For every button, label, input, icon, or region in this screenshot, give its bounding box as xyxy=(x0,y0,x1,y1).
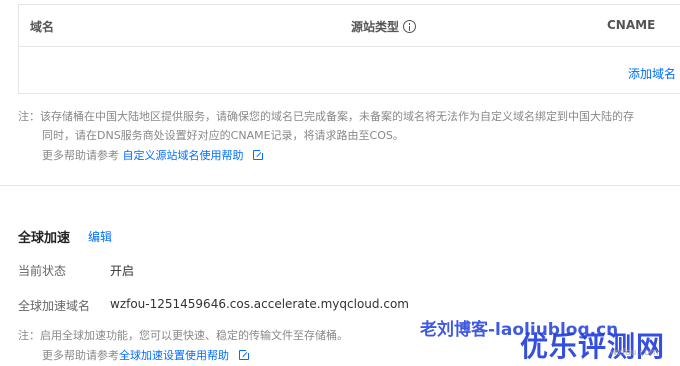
status-value: 开启 xyxy=(110,264,135,278)
acceleration-domain-value: wzfou-1251459646.cos.accelerate.myqcloud… xyxy=(110,297,409,311)
external-link-icon[interactable] xyxy=(238,348,251,360)
help-prefix: 更多帮助请参考 xyxy=(42,349,119,362)
acceleration-help-line: 更多帮助请参考全球加速设置使用帮助 xyxy=(42,347,251,364)
column-header-origin-type-label: 源站类型 xyxy=(351,20,400,34)
section-title: 全球加速 xyxy=(18,231,71,246)
table-header: 域名 源站类型 CNAME xyxy=(19,5,680,47)
acceleration-note: 注：启用全球加速功能，您可以更快速、稳定的传输文件至存储桶。 xyxy=(18,329,348,342)
column-header-domain: 域名 xyxy=(30,20,55,34)
acceleration-domain-label: 全球加速域名 xyxy=(18,299,91,313)
acceleration-help-link[interactable]: 全球加速设置使用帮助 xyxy=(119,349,229,362)
add-domain-link[interactable]: 添加域名 xyxy=(628,65,676,82)
custom-origin-domain-panel: 域名 源站类型 CNAME 添加域名 注：该存储桶在中国大陆地区提供服务，请确保… xyxy=(0,0,680,186)
filing-note-line2: 同时，请在DNS服务商处设置好对应的CNAME记录，将请求路由至COS。 xyxy=(42,129,404,142)
site-url-watermark: wzfou.com xyxy=(610,348,659,358)
external-link-icon[interactable] xyxy=(253,148,265,160)
status-label: 当前状态 xyxy=(18,264,67,278)
help-prefix: 更多帮助请参考 xyxy=(42,149,119,162)
filing-note-line1: 注：该存储桶在中国大陆地区提供服务，请确保您的域名已完成备案，未备案的域名将无法… xyxy=(18,110,634,123)
origin-domain-help-link[interactable]: 自定义源站域名使用帮助 xyxy=(123,149,244,162)
column-header-origin-type: 源站类型 xyxy=(351,18,417,35)
edit-link[interactable]: 编辑 xyxy=(88,228,112,245)
info-icon[interactable] xyxy=(403,20,417,33)
column-header-cname: CNAME xyxy=(607,18,656,32)
origin-help-line: 更多帮助请参考 自定义源站域名使用帮助 xyxy=(42,147,265,164)
site-watermark: 优乐评测网 xyxy=(520,330,666,363)
domain-table: 域名 源站类型 CNAME 添加域名 xyxy=(18,4,680,94)
